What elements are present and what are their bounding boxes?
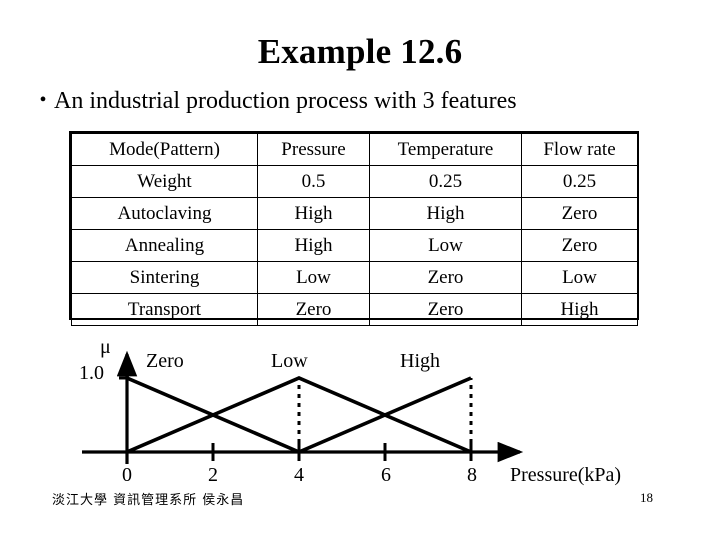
cell-flow-rate: Zero	[521, 229, 638, 262]
column-header-temperature: Temperature	[369, 133, 522, 166]
features-table: Mode(Pattern) Pressure Temperature Flow …	[71, 133, 638, 326]
table-row: Autoclaving High High Zero	[71, 197, 638, 230]
cell-flow-rate: Low	[521, 261, 638, 294]
x-tick-label-6: 6	[381, 464, 391, 486]
bullet-item: • An industrial production process with 3…	[32, 88, 692, 115]
cell-temperature: Zero	[369, 293, 522, 326]
cell-flow-rate: Zero	[521, 197, 638, 230]
page-title: Example 12.6	[257, 32, 463, 71]
chart-svg	[82, 350, 524, 464]
cell-pressure: High	[257, 197, 370, 230]
cell-mode: Sintering	[71, 261, 258, 294]
cell-mode: Annealing	[71, 229, 258, 262]
cell-mode: Transport	[71, 293, 258, 326]
page-number: 18	[640, 490, 653, 505]
x-axis-title: Pressure(kPa)	[510, 464, 622, 486]
cell-temperature: High	[369, 197, 522, 230]
x-tick-label-2: 2	[208, 464, 218, 486]
cell-temperature: Low	[369, 229, 522, 262]
cell-flow-rate: High	[521, 293, 638, 326]
column-header-mode: Mode(Pattern)	[71, 133, 258, 166]
table-row: Sintering Low Zero Low	[71, 261, 638, 294]
table-row: Annealing High Low Zero	[71, 229, 638, 262]
slide-canvas: Example 12.6 • An industrial production p…	[0, 0, 720, 540]
bullet-marker-icon: •	[39, 89, 47, 111]
x-tick-label-4: 4	[294, 464, 304, 486]
cell-mode: Weight	[71, 165, 258, 198]
cell-pressure: High	[257, 229, 370, 262]
footer-credit: 淡江大學 資訊管理系所 侯永昌	[52, 493, 245, 508]
bullet-item-text: An industrial production process with 3 …	[54, 88, 517, 114]
table-row: Transport Zero Zero High	[71, 293, 638, 326]
table-header-row: Mode(Pattern) Pressure Temperature Flow …	[71, 133, 638, 166]
table-row: Weight 0.5 0.25 0.25	[71, 165, 638, 198]
column-header-pressure: Pressure	[257, 133, 370, 166]
cell-temperature: 0.25	[369, 165, 522, 198]
x-tick-label-8: 8	[467, 464, 477, 486]
cell-flow-rate: 0.25	[521, 165, 638, 198]
cell-temperature: Zero	[369, 261, 522, 294]
cell-pressure: Zero	[257, 293, 370, 326]
cell-mode: Autoclaving	[71, 197, 258, 230]
x-tick-label-0: 0	[122, 464, 132, 486]
cell-pressure: 0.5	[257, 165, 370, 198]
column-header-flow-rate: Flow rate	[521, 133, 638, 166]
cell-pressure: Low	[257, 261, 370, 294]
membership-function-chart	[60, 332, 720, 482]
